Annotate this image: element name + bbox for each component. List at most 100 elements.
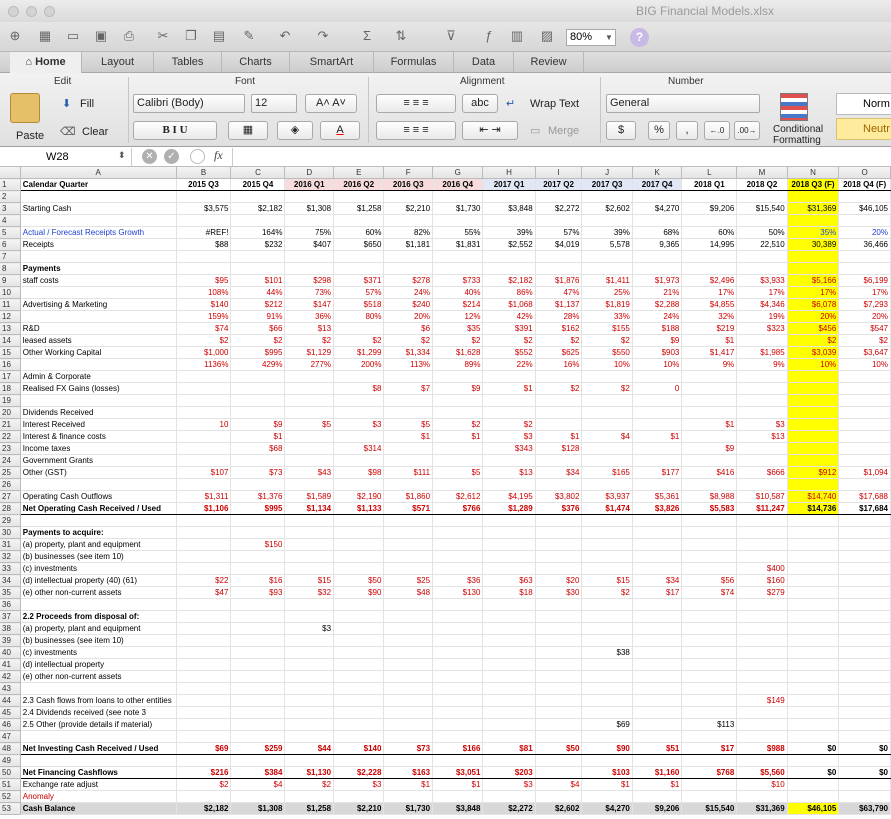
row-header[interactable]: 14 [0,334,21,347]
cell[interactable]: 10% [787,358,840,371]
cell[interactable]: $15 [581,574,633,587]
cell[interactable] [838,538,891,551]
cell[interactable] [838,394,891,407]
cell[interactable] [383,442,434,455]
column-header[interactable]: B [176,167,232,179]
cell[interactable] [736,754,788,767]
cell[interactable]: $1,474 [581,502,633,515]
help-icon[interactable]: ? [630,28,649,47]
cell[interactable] [581,406,633,419]
cell[interactable] [581,622,633,635]
cell[interactable] [482,454,536,467]
cell[interactable]: 32% [681,310,738,323]
cell[interactable] [535,694,583,707]
cell[interactable] [383,658,434,671]
cell[interactable]: $9 [632,334,683,347]
cell[interactable] [482,190,536,203]
cell[interactable] [681,634,738,647]
cell[interactable] [333,610,385,623]
cell[interactable] [230,190,286,203]
cell[interactable] [535,526,583,539]
cell[interactable] [535,394,583,407]
wrap-text-button[interactable]: Wrap Text [530,97,579,111]
cell[interactable] [333,646,385,659]
cell[interactable] [736,790,788,803]
cell[interactable] [230,646,286,659]
cell[interactable]: $35 [432,322,484,335]
cell[interactable] [838,454,891,467]
cell[interactable]: 429% [230,358,286,371]
cell[interactable]: $2,182 [176,802,232,815]
cell[interactable] [838,670,891,683]
font-name-select[interactable]: Calibri (Body) [133,94,245,113]
cell[interactable] [284,430,335,443]
tab-smartart[interactable]: SmartArt [290,52,374,73]
cell[interactable] [681,778,738,791]
cell[interactable] [632,214,683,227]
cell[interactable] [681,790,738,803]
cell[interactable] [230,670,286,683]
cell[interactable] [432,370,484,383]
row-label-cell[interactable]: Realised FX Gains (losses) [20,382,177,395]
cell[interactable]: $666 [736,466,788,479]
cell[interactable] [284,682,335,695]
cell[interactable] [535,214,583,227]
cell[interactable] [176,526,232,539]
cell[interactable] [230,382,286,395]
cell[interactable] [230,478,286,491]
cell[interactable] [383,670,434,683]
row-label-cell[interactable]: Interest & finance costs [20,430,177,443]
cell[interactable]: $2,602 [535,802,583,815]
cell[interactable]: $9 [230,418,286,431]
horizontal-align-icons[interactable]: ≡ ≡ ≡ [376,121,456,140]
cell[interactable] [230,454,286,467]
cell[interactable] [632,790,683,803]
cell[interactable]: $44 [284,742,335,755]
row-label-cell[interactable] [20,514,177,527]
cell[interactable] [632,250,683,263]
row-header[interactable]: 34 [0,574,21,587]
cell[interactable]: $2,552 [482,238,536,251]
row-label-cell[interactable]: (d) intellectual property (40) (61) [20,574,177,587]
cell[interactable]: $766 [432,502,484,515]
cell[interactable] [736,550,788,563]
cell[interactable]: $1,376 [230,490,286,503]
cell[interactable]: $1 [432,430,484,443]
cell[interactable] [632,658,683,671]
cell[interactable]: $552 [482,346,536,359]
cell[interactable] [535,790,583,803]
cell[interactable]: $3,575 [176,202,232,215]
cell[interactable] [383,514,434,527]
cell[interactable]: $1,133 [333,502,385,515]
borders-icon[interactable]: ▦ [228,121,268,140]
cell[interactable] [838,694,891,707]
cell[interactable] [333,454,385,467]
cell[interactable]: $63,790 [838,802,891,815]
cell[interactable]: $6,078 [787,298,840,311]
cell[interactable]: 200% [333,358,385,371]
cell[interactable] [581,634,633,647]
cell[interactable] [838,586,891,599]
cell[interactable]: $2 [535,334,583,347]
cell[interactable] [383,454,434,467]
merge-icon[interactable]: ▭ [530,124,540,138]
cell[interactable] [230,694,286,707]
cell[interactable]: $177 [632,466,683,479]
cell[interactable] [581,442,633,455]
cell[interactable] [787,622,840,635]
cell[interactable] [736,646,788,659]
cell[interactable] [632,718,683,731]
cell[interactable]: $1,106 [176,502,232,515]
cell[interactable] [838,214,891,227]
cell[interactable] [787,394,840,407]
cell[interactable]: 1136% [176,358,232,371]
cell[interactable]: 55% [432,226,484,239]
cell[interactable] [838,634,891,647]
number-format-select[interactable]: General [606,94,760,113]
cell[interactable] [284,394,335,407]
cell[interactable]: $4,195 [482,490,536,503]
cell[interactable] [333,394,385,407]
row-header[interactable]: 29 [0,514,21,527]
cell[interactable] [482,622,536,635]
cell[interactable]: $1 [432,778,484,791]
